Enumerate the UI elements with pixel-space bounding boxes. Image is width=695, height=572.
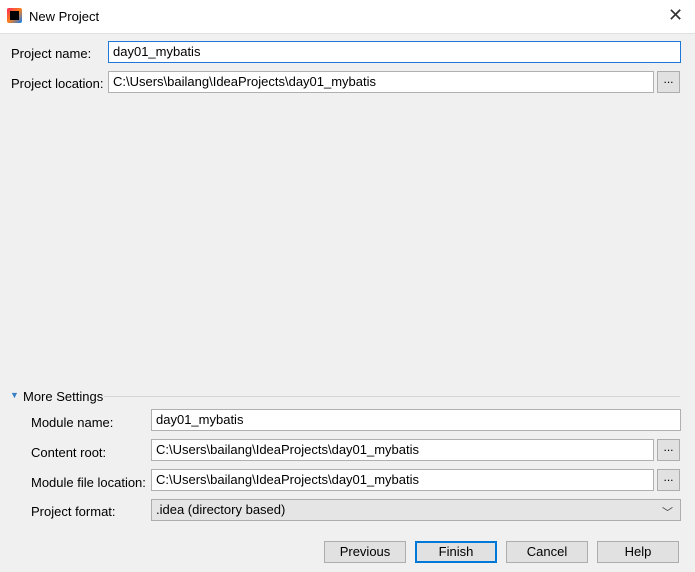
project-format-label: Project format:: [31, 504, 116, 519]
chevron-down-icon[interactable]: ﹀: [662, 504, 673, 520]
help-button[interactable]: Help: [597, 541, 679, 563]
previous-button[interactable]: Previous: [324, 541, 406, 563]
module-file-browse-button[interactable]: ...: [657, 469, 680, 491]
project-location-input[interactable]: C:\Users\bailang\IdeaProjects\day01_myba…: [108, 71, 654, 93]
cancel-button[interactable]: Cancel: [506, 541, 588, 563]
title-bar: [0, 0, 695, 34]
collapse-triangle-icon[interactable]: ▼: [10, 390, 19, 400]
intellij-idea-icon: [7, 8, 22, 23]
close-icon[interactable]: ✕: [668, 5, 683, 26]
module-name-label: Module name:: [31, 415, 114, 430]
module-file-location-input[interactable]: C:\Users\bailang\IdeaProjects\day01_myba…: [151, 469, 654, 491]
more-settings-toggle[interactable]: More Settings: [23, 389, 103, 404]
separator: [104, 396, 680, 397]
module-name-input[interactable]: day01_mybatis: [151, 409, 681, 431]
finish-button[interactable]: Finish: [415, 541, 497, 563]
window-title: New Project: [29, 9, 100, 24]
module-file-location-label: Module file location:: [31, 475, 146, 490]
project-format-select[interactable]: .idea (directory based): [151, 499, 681, 521]
project-name-input[interactable]: day01_mybatis: [108, 41, 681, 63]
content-root-browse-button[interactable]: ...: [657, 439, 680, 461]
content-root-label: Content root:: [31, 445, 107, 460]
project-location-label: Project location:: [11, 76, 104, 91]
project-location-browse-button[interactable]: ...: [657, 71, 680, 93]
project-name-label: Project name:: [11, 46, 92, 61]
content-root-input[interactable]: C:\Users\bailang\IdeaProjects\day01_myba…: [151, 439, 654, 461]
